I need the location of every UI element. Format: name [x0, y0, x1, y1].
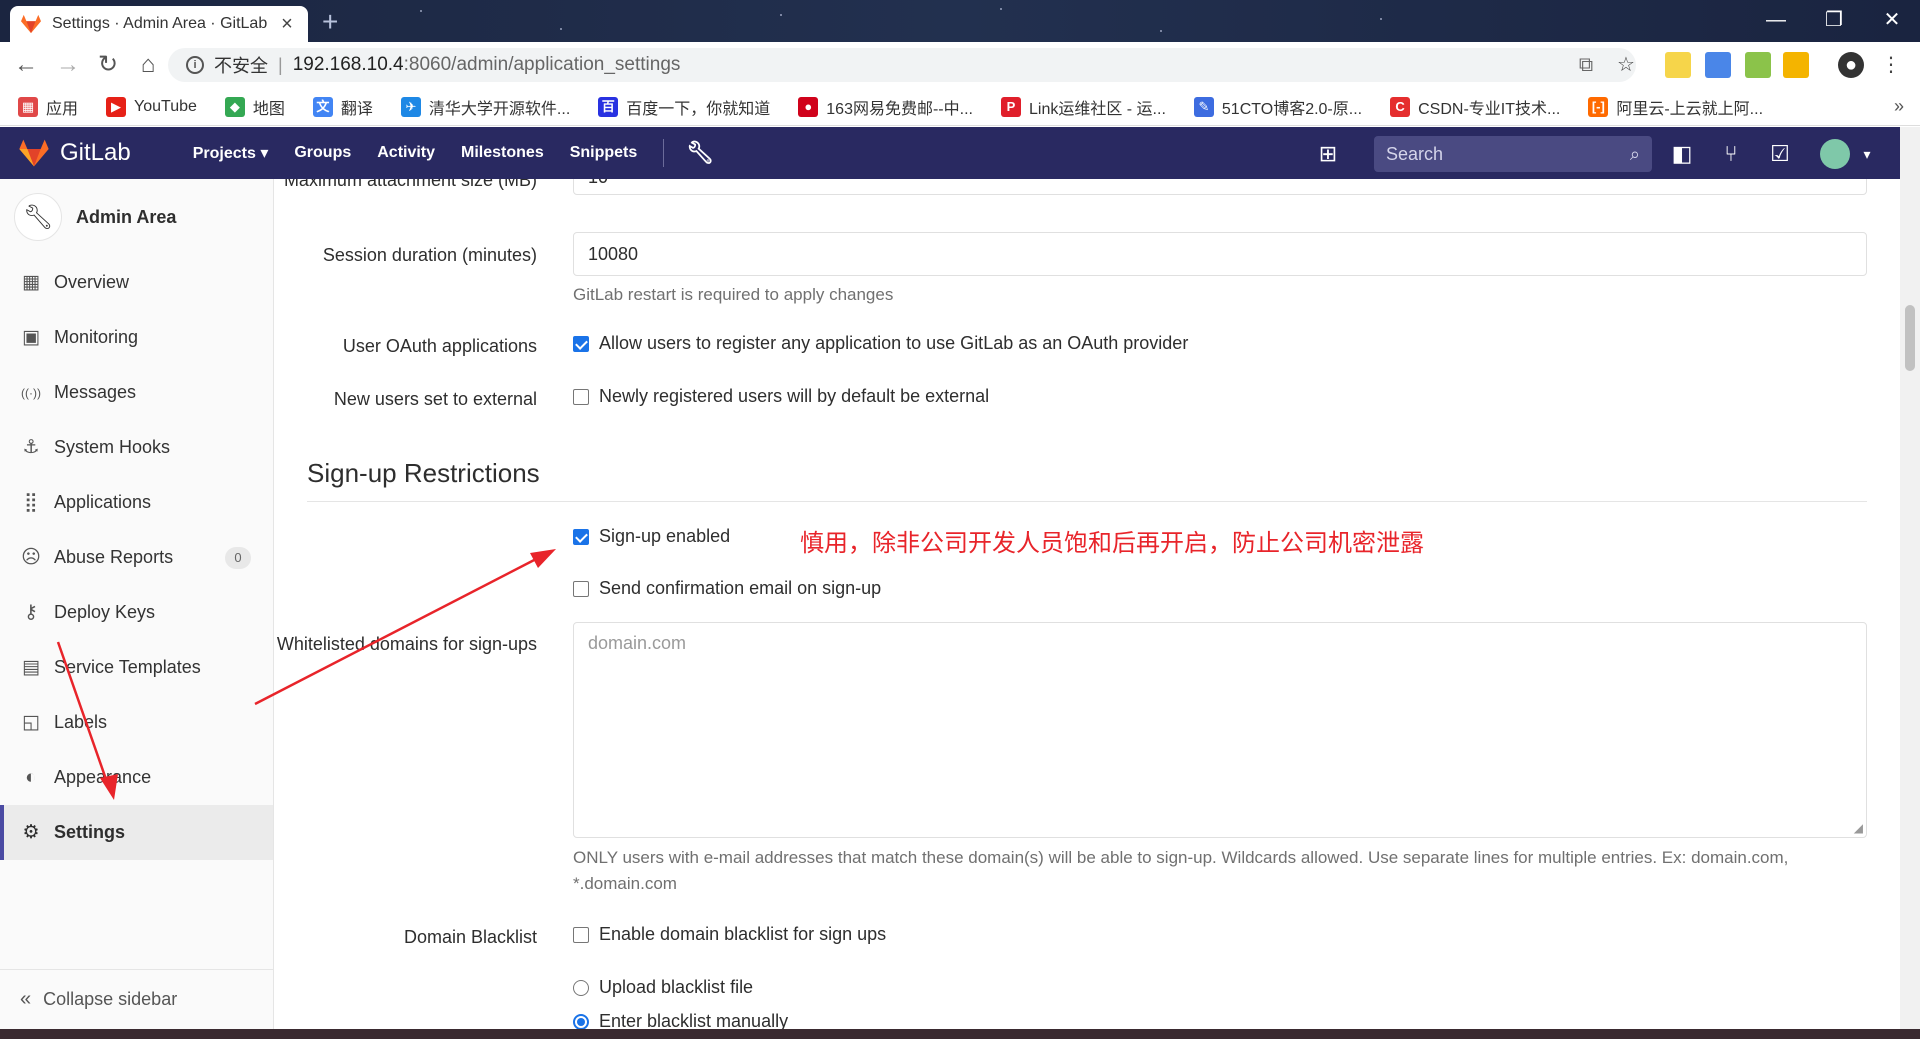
annotation-arrows	[56, 549, 556, 800]
arrowhead-settings	[100, 774, 118, 800]
arrow-to-signup	[254, 555, 541, 706]
arrow-to-settings	[56, 641, 110, 786]
arrowhead-signup	[530, 549, 556, 568]
